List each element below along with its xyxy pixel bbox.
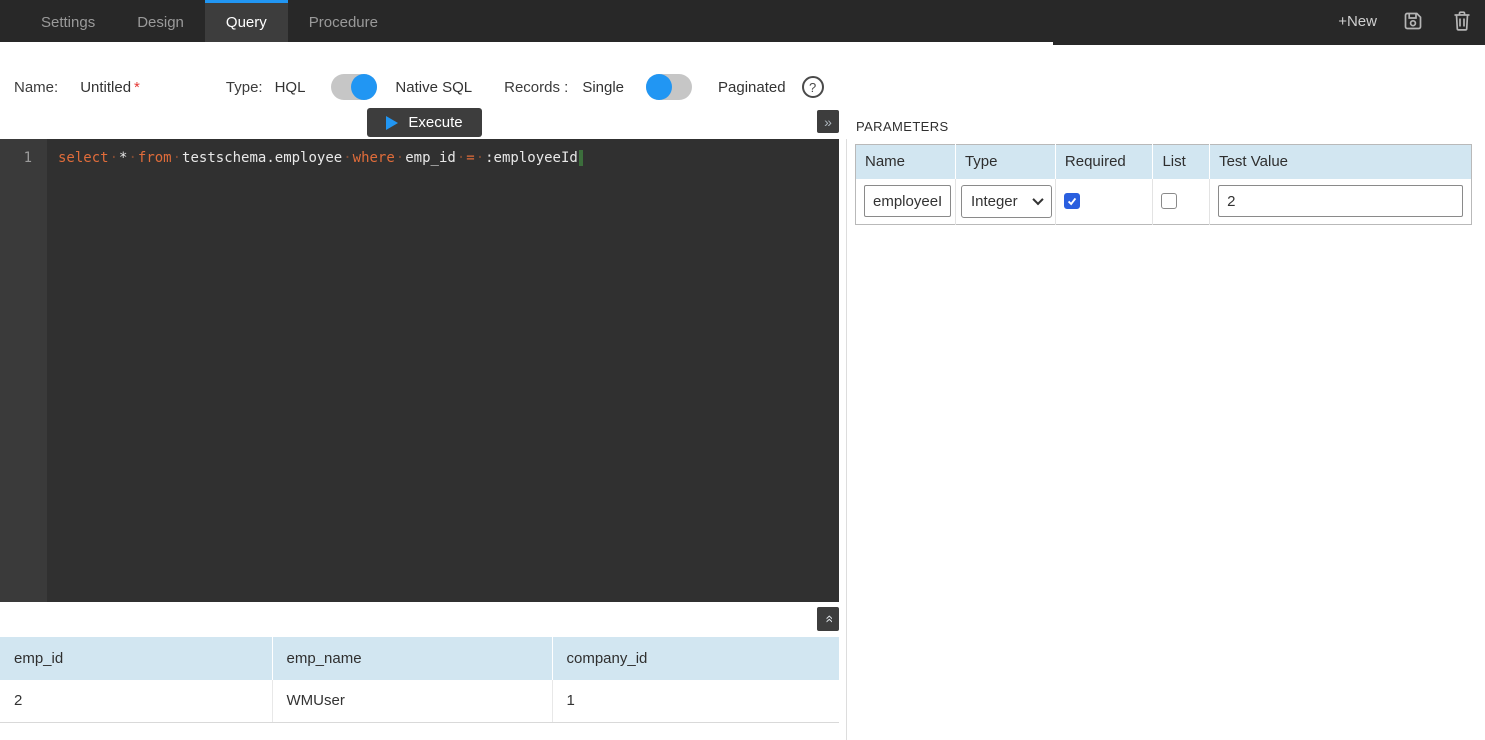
required-asterisk: *	[134, 79, 140, 96]
query-designer: SettingsDesignQueryProcedure +New	[0, 0, 1485, 740]
parameter-row: Integer	[856, 179, 1472, 225]
tab-design[interactable]: Design	[116, 0, 205, 42]
panel-divider	[846, 139, 847, 740]
parameter-list-checkbox[interactable]	[1161, 193, 1177, 209]
topbar: SettingsDesignQueryProcedure +New	[0, 0, 1485, 42]
help-icon[interactable]: ?	[802, 76, 824, 98]
execute-label: Execute	[408, 114, 462, 131]
type-toggle[interactable]	[331, 74, 377, 100]
results-row: 2WMUser1	[0, 680, 839, 722]
selected-type-value: Integer	[971, 193, 1018, 210]
parameter-required-checkbox[interactable]	[1064, 193, 1080, 209]
name-label: Name:	[14, 79, 58, 96]
type-option-nativesql[interactable]: Native SQL	[395, 79, 472, 96]
check-icon	[1066, 195, 1078, 207]
results-column-emp_id: emp_id	[0, 637, 272, 680]
parameter-type-select[interactable]: Integer	[961, 185, 1052, 218]
parameters-column-list: List	[1153, 145, 1210, 179]
query-name-value[interactable]: Untitled	[80, 79, 131, 96]
expand-panel-button[interactable]: »	[817, 110, 839, 133]
text-cursor	[579, 150, 583, 166]
parameters-title: PARAMETERS	[856, 119, 949, 134]
results-column-company_id: company_id	[552, 637, 839, 680]
save-button[interactable]	[1400, 8, 1426, 34]
parameters-header-row: NameTypeRequiredListTest Value	[856, 145, 1472, 179]
tab-query[interactable]: Query	[205, 0, 288, 42]
tab-procedure[interactable]: Procedure	[288, 0, 399, 42]
results-column-emp_name: emp_name	[272, 637, 552, 680]
tab-settings[interactable]: Settings	[20, 0, 116, 42]
toggle-knob	[351, 74, 377, 100]
editor-code-area[interactable]: select·*·from·testschema.employee·where·…	[47, 139, 839, 602]
type-option-hql[interactable]: HQL	[275, 79, 306, 96]
delete-button[interactable]	[1449, 8, 1475, 34]
parameters-column-type: Type	[955, 145, 1055, 179]
parameters-column-name: Name	[856, 145, 956, 179]
records-toggle[interactable]	[646, 74, 692, 100]
save-icon	[1401, 9, 1425, 33]
editor-gutter: 1	[0, 139, 47, 602]
results-cell: 2	[0, 680, 272, 722]
records-option-paginated[interactable]: Paginated	[718, 79, 786, 96]
results-table: emp_idemp_namecompany_id 2WMUser1	[0, 637, 839, 723]
results-cell: 1	[552, 680, 839, 722]
parameters-table: NameTypeRequiredListTest Value Integer	[855, 144, 1472, 225]
records-option-single[interactable]: Single	[582, 79, 624, 96]
parameter-name-input[interactable]	[864, 185, 951, 217]
double-chevron-up-icon: »	[820, 615, 836, 623]
records-label: Records :	[504, 79, 568, 96]
topbar-actions: +New	[1338, 0, 1475, 42]
double-chevron-right-icon: »	[824, 114, 832, 130]
line-number: 1	[24, 150, 32, 166]
results-cell: WMUser	[272, 680, 552, 722]
collapse-results-button[interactable]: »	[817, 607, 839, 631]
execute-button[interactable]: Execute	[367, 108, 482, 137]
type-label: Type:	[226, 79, 263, 96]
new-button[interactable]: +New	[1338, 13, 1377, 30]
sql-editor[interactable]: 1 select·*·from·testschema.employee·wher…	[0, 139, 839, 602]
parameter-test-value-input[interactable]	[1218, 185, 1463, 217]
parameters-column-required: Required	[1055, 145, 1153, 179]
toggle-knob	[646, 74, 672, 100]
results-header-row: emp_idemp_namecompany_id	[0, 637, 839, 680]
chevron-down-icon	[1032, 194, 1043, 205]
tab-bar: SettingsDesignQueryProcedure	[20, 0, 399, 42]
play-icon	[386, 116, 398, 130]
parameters-column-test-value: Test Value	[1210, 145, 1472, 179]
trash-icon	[1451, 9, 1473, 33]
